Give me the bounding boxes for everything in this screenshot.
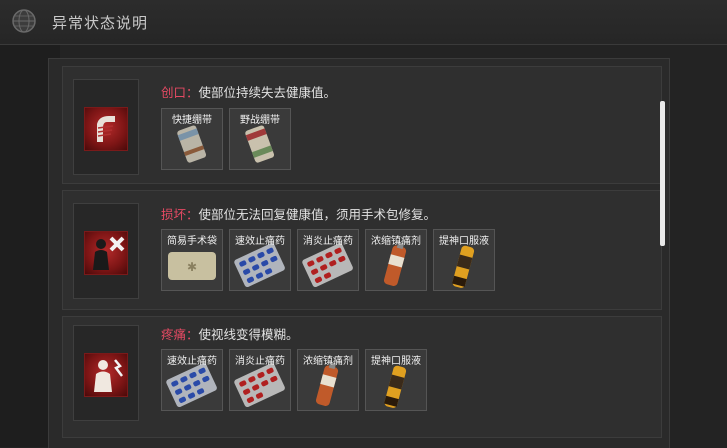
item-label: 提神口服液 (439, 236, 489, 247)
item-label: 浓缩镇痛剂 (303, 356, 353, 367)
item-slot-painkiller[interactable]: 浓缩镇痛剂 (365, 229, 427, 291)
status-name: 疼痛 (161, 327, 187, 342)
item-label: 简易手术袋 (167, 236, 217, 247)
item-slot-field-bandage[interactable]: 野战绷带 (229, 108, 291, 170)
status-effect-text: 使视线变得模糊。 (198, 327, 299, 342)
status-colon: ： (186, 207, 199, 222)
page-title: 异常状态说明 (52, 14, 149, 32)
item-slot-blue-pills[interactable]: 速效止痛药 (229, 229, 291, 291)
status-row-wound: 创口：使部位持续失去健康值。 快捷绷带 野战绷带 (62, 66, 662, 184)
item-label: 提神口服液 (371, 356, 421, 367)
status-colon: ： (186, 85, 199, 100)
status-name: 创口 (161, 85, 187, 100)
status-description: 损坏：使部位无法回复健康值，须用手术包修复。 (161, 204, 436, 223)
item-label: 浓缩镇痛剂 (371, 236, 421, 247)
wound-icon (84, 107, 128, 151)
item-label: 速效止痛药 (235, 236, 285, 247)
pain-icon (84, 353, 128, 397)
item-slot-blue-pills[interactable]: 速效止痛药 (161, 349, 223, 411)
item-slot-bandage[interactable]: 快捷绷带 (161, 108, 223, 170)
item-label: 速效止痛药 (167, 356, 217, 367)
status-effect-text: 使部位持续失去健康值。 (198, 85, 337, 100)
item-label: 快捷绷带 (172, 115, 212, 126)
status-row-damage: 损坏：使部位无法回复健康值，须用手术包修复。 ✱ 简易手术袋 速效止痛药 消炎止… (62, 190, 662, 310)
status-icon-box (73, 79, 139, 175)
status-icon-box (73, 325, 139, 421)
status-description: 创口：使部位持续失去健康值。 (161, 82, 336, 101)
svg-text:✱: ✱ (187, 260, 197, 274)
status-description: 疼痛：使视线变得模糊。 (161, 324, 299, 343)
item-label: 野战绷带 (240, 115, 280, 126)
status-row-pain: 疼痛：使视线变得模糊。 速效止痛药 消炎止痛药 浓缩镇痛剂 提神口服液 (62, 316, 662, 438)
status-name: 损坏 (161, 207, 187, 222)
item-slot-surgery-bag[interactable]: ✱ 简易手术袋 (161, 229, 223, 291)
status-effect-text: 使部位无法回复健康值，须用手术包修复。 (198, 207, 437, 222)
damage-icon (84, 231, 128, 275)
item-label: 消炎止痛药 (303, 236, 353, 247)
item-slot-oral-liquid[interactable]: 提神口服液 (365, 349, 427, 411)
item-slot-oral-liquid[interactable]: 提神口服液 (433, 229, 495, 291)
window-header: 异常状态说明 (0, 0, 727, 45)
item-slot-painkiller[interactable]: 浓缩镇痛剂 (297, 349, 359, 411)
item-slot-red-pills[interactable]: 消炎止痛药 (297, 229, 359, 291)
item-label: 消炎止痛药 (235, 356, 285, 367)
item-slot-red-pills[interactable]: 消炎止痛药 (229, 349, 291, 411)
scrollbar-thumb[interactable] (660, 101, 665, 246)
status-colon: ： (186, 327, 199, 342)
status-icon-box (73, 203, 139, 299)
globe-icon (12, 9, 36, 33)
